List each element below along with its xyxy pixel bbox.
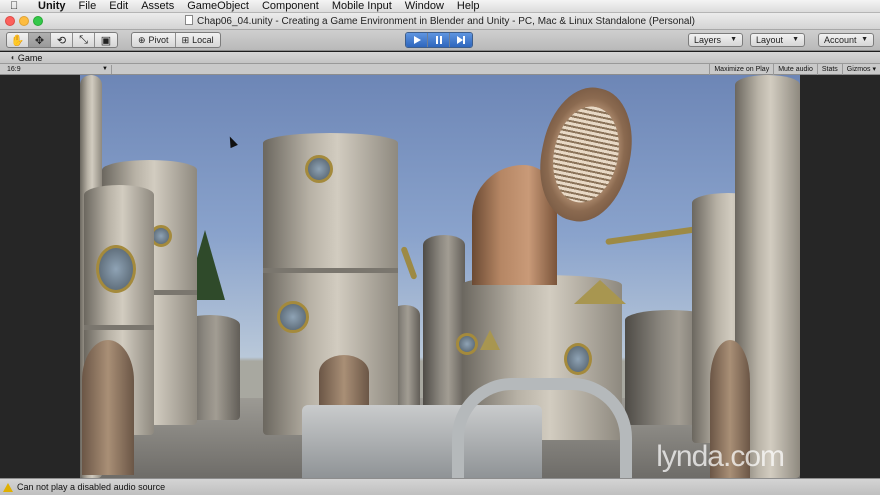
- hand-tool-icon[interactable]: ✋: [7, 33, 29, 47]
- lamp-shade-small: [480, 330, 500, 350]
- porthole: [564, 343, 592, 375]
- chevron-down-icon: ▼: [730, 36, 737, 43]
- porthole: [305, 155, 333, 183]
- lamp-shade: [574, 280, 626, 304]
- tab-game-label: Game: [17, 53, 43, 63]
- mute-audio-toggle[interactable]: Mute audio: [773, 64, 817, 75]
- local-label: Local: [192, 35, 214, 45]
- chevron-down-icon: ▼: [792, 36, 799, 43]
- pivot-label: Pivot: [148, 35, 169, 45]
- game-viewport[interactable]: lynda.com: [0, 75, 880, 478]
- porthole: [277, 301, 309, 333]
- menu-component[interactable]: Component: [262, 0, 328, 13]
- menu-file[interactable]: File: [79, 0, 106, 13]
- tab-game[interactable]: ◖ Game: [4, 52, 48, 64]
- menu-gameobject[interactable]: GameObject: [187, 0, 258, 13]
- unity-editor-window:  Unity File Edit Assets GameObject Comp…: [0, 0, 880, 495]
- door: [82, 340, 134, 475]
- step-icon: [457, 36, 465, 44]
- status-message: Can not play a disabled audio source: [17, 482, 166, 492]
- gizmos-dropdown[interactable]: Gizmos ▾: [841, 64, 880, 75]
- game-view-toolbar: 16:9 ▼ Maximize on Play Mute audio Stats…: [0, 64, 880, 75]
- account-dropdown[interactable]: Account ▼: [818, 33, 874, 47]
- document-icon: [184, 15, 193, 25]
- account-label: Account: [824, 35, 857, 45]
- porthole: [456, 333, 478, 355]
- layout-dropdown[interactable]: Layout ▼: [750, 33, 805, 47]
- tower-center: [263, 133, 398, 435]
- game-view-options: Maximize on Play Mute audio Stats Gizmos…: [709, 64, 880, 75]
- tower-band: [84, 325, 154, 330]
- menu-assets[interactable]: Assets: [141, 0, 183, 13]
- gizmos-label: Gizmos: [846, 66, 871, 73]
- chevron-down-icon: ▼: [102, 66, 108, 72]
- scale-tool-icon[interactable]: ⤡: [73, 33, 95, 47]
- handle: [400, 245, 418, 281]
- game-render: lynda.com: [80, 75, 800, 478]
- tower-far: [423, 235, 465, 425]
- maximize-on-play-toggle[interactable]: Maximize on Play: [709, 64, 773, 75]
- main-toolbar: ✋ ✥ ⟲ ⤡ ▣ ⊕ Pivot ⊞ Local Layers ▼ Layou…: [0, 30, 880, 51]
- tower-band: [263, 268, 398, 273]
- layers-dropdown[interactable]: Layers ▼: [688, 33, 743, 47]
- rect-tool-icon[interactable]: ▣: [95, 33, 117, 47]
- mouse-cursor-icon: [226, 134, 238, 149]
- apple-icon[interactable]: : [10, 0, 24, 13]
- transform-tools: ✋ ✥ ⟲ ⤡ ▣: [6, 32, 118, 48]
- window-title-bar: Chap06_04.unity - Creating a Game Enviro…: [0, 13, 880, 30]
- menu-app-unity[interactable]: Unity: [38, 0, 75, 13]
- stats-toggle[interactable]: Stats: [816, 64, 842, 75]
- pivot-button[interactable]: ⊕ Pivot: [132, 33, 176, 47]
- aspect-label: 16:9: [7, 66, 21, 73]
- play-icon: [413, 36, 421, 44]
- playback-controls: [405, 32, 473, 48]
- layout-label: Layout: [756, 35, 784, 45]
- local-icon: ⊞: [181, 34, 190, 45]
- porthole: [96, 245, 136, 293]
- menu-window[interactable]: Window: [405, 0, 453, 13]
- local-button[interactable]: ⊞ Local: [176, 33, 220, 47]
- menu-help[interactable]: Help: [457, 0, 489, 13]
- pacman-icon: ◖: [10, 53, 15, 62]
- window-title-text: Chap06_04.unity - Creating a Game Enviro…: [196, 16, 696, 27]
- window-title: Chap06_04.unity - Creating a Game Enviro…: [0, 14, 880, 29]
- pivot-icon: ⊕: [138, 34, 146, 45]
- pause-button[interactable]: [428, 33, 450, 47]
- status-bar[interactable]: Can not play a disabled audio source: [0, 478, 880, 495]
- step-button[interactable]: [450, 33, 472, 47]
- aspect-ratio-dropdown[interactable]: 16:9 ▼: [4, 65, 112, 74]
- game-tab-bar: ◖ Game: [0, 52, 880, 64]
- menu-bar:  Unity File Edit Assets GameObject Comp…: [0, 0, 880, 13]
- fountain-pipe: [452, 378, 632, 478]
- rotate-tool-icon[interactable]: ⟲: [51, 33, 73, 47]
- menu-mobile-input[interactable]: Mobile Input: [332, 0, 401, 13]
- move-tool-icon[interactable]: ✥: [29, 33, 51, 47]
- watermark-logo: lynda.com: [656, 440, 785, 473]
- warning-icon: [3, 482, 13, 492]
- pause-icon: [435, 36, 442, 44]
- vent-grille: [544, 100, 628, 209]
- pivot-toggles: ⊕ Pivot ⊞ Local: [131, 32, 221, 48]
- menu-edit[interactable]: Edit: [109, 0, 137, 13]
- play-button[interactable]: [406, 33, 428, 47]
- layers-label: Layers: [694, 35, 722, 45]
- chevron-down-icon: ▼: [861, 36, 868, 43]
- chevron-down-icon: ▾: [872, 66, 876, 73]
